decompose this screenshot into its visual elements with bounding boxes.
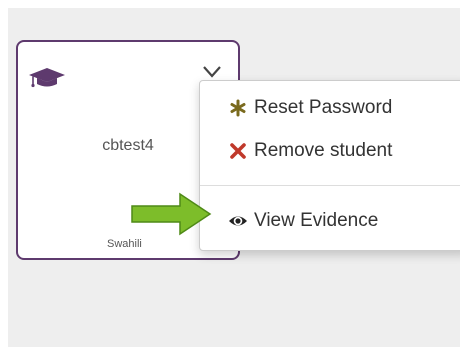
- menu-item-remove-student[interactable]: Remove student: [228, 137, 392, 165]
- eye-icon: [229, 216, 247, 226]
- student-options-menu: Reset Password Remove student View Evide…: [199, 80, 460, 251]
- menu-item-label: Reset Password: [254, 97, 393, 118]
- menu-item-label: View Evidence: [254, 210, 379, 231]
- graduation-cap-icon: [29, 68, 65, 88]
- times-icon: [230, 143, 246, 159]
- annotation-arrow-icon: [131, 192, 212, 236]
- asterisk-icon: [230, 99, 246, 117]
- menu-item-reset-password[interactable]: Reset Password: [228, 94, 392, 122]
- menu-item-label: Remove student: [254, 140, 393, 161]
- student-language: Swahili: [107, 238, 142, 250]
- chevron-down-icon[interactable]: [202, 65, 222, 79]
- menu-item-view-evidence[interactable]: View Evidence: [228, 207, 378, 235]
- menu-divider: [200, 185, 460, 186]
